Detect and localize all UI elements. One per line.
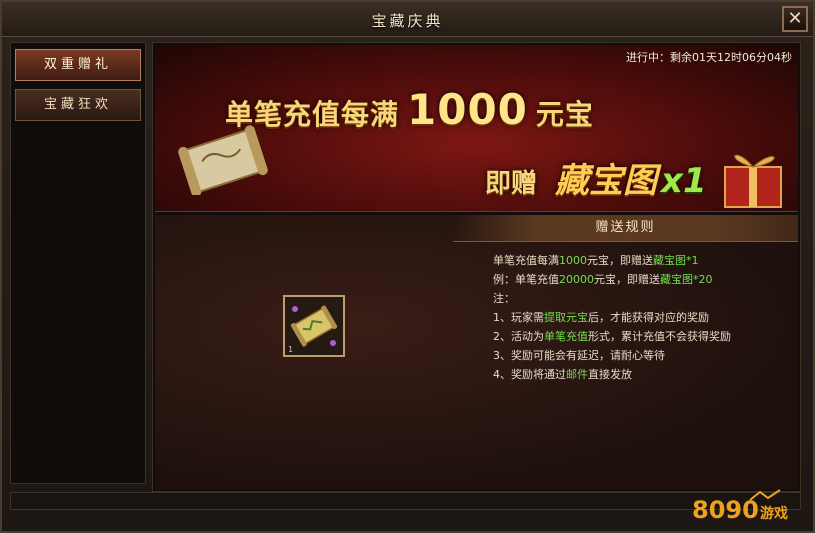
site-watermark: 8090 游戏 bbox=[692, 489, 788, 524]
scroll-icon bbox=[178, 125, 268, 195]
countdown-status: 进行中：剩余01天12时06分04秒 bbox=[626, 51, 792, 64]
rules-text: 单笔充值每满1000元宝，即赠送藏宝图*1 例：单笔充值20000元宝，即赠送藏宝… bbox=[493, 251, 793, 384]
headline-prefix: 单笔充值每满 bbox=[225, 98, 400, 131]
close-button[interactable]: ✕ bbox=[782, 6, 808, 32]
event-window: 宝藏庆典 ✕ 双重赠礼 宝藏狂欢 进行中：剩余01天12时06分04秒 单笔充值… bbox=[0, 0, 815, 533]
rule-text: 1、玩家需 bbox=[493, 311, 544, 324]
rule-line: 单笔充值每满1000元宝，即赠送藏宝图*1 bbox=[493, 251, 793, 270]
tab-label: 双重赠礼 bbox=[43, 57, 112, 72]
close-icon: ✕ bbox=[787, 8, 803, 29]
rule-text: 4、奖励将通过 bbox=[493, 368, 566, 381]
rule-text: 单笔充值每满 bbox=[493, 254, 559, 267]
watermark-suffix: 游戏 bbox=[760, 505, 788, 522]
subline-prize: 藏宝图 bbox=[555, 161, 658, 201]
subline-prefix: 即赠 bbox=[485, 169, 538, 199]
rule-line: 例：单笔充值20000元宝，即赠送藏宝图*20 bbox=[493, 270, 793, 289]
rule-highlight: 藏宝图*20 bbox=[660, 273, 713, 286]
rule-highlight: 20000 bbox=[559, 273, 594, 286]
watermark-brand: 8090 bbox=[692, 496, 759, 524]
rule-text: 例：单笔充值 bbox=[493, 273, 559, 286]
rule-text: 注： bbox=[493, 292, 515, 305]
rule-highlight: 藏宝图*1 bbox=[653, 254, 699, 267]
rule-line: 2、活动为单笔充值形式，累计充值不会获得奖励 bbox=[493, 327, 793, 346]
rule-line: 3、奖励可能会有延迟，请耐心等待 bbox=[493, 346, 793, 365]
tab-double-gift[interactable]: 双重赠礼 bbox=[15, 49, 141, 81]
banner-subline: 即赠 藏宝图 x1 bbox=[485, 153, 707, 202]
rules-header: 赠送规则 bbox=[453, 215, 798, 242]
tab-treasure-carnival[interactable]: 宝藏狂欢 bbox=[15, 89, 141, 121]
rule-text: 3、奖励可能会有延迟，请耐心等待 bbox=[493, 349, 665, 362]
tab-label: 宝藏狂欢 bbox=[43, 97, 112, 112]
gift-icon bbox=[724, 154, 782, 208]
rule-highlight: 提取元宝 bbox=[544, 311, 588, 324]
title-bar: 宝藏庆典 ✕ bbox=[2, 2, 813, 37]
footer-bar bbox=[10, 492, 801, 510]
subline-multiplier: x1 bbox=[661, 161, 707, 201]
rules-area: 1 单笔充值每满1000元宝，即赠送藏宝图*1 例：单笔充值20000元宝，即赠送… bbox=[155, 215, 798, 489]
rule-text: 直接发放 bbox=[588, 368, 632, 381]
rule-highlight: 1000 bbox=[559, 254, 587, 267]
headline-suffix: 元宝 bbox=[535, 98, 594, 131]
rule-text: 形式，累计充值不会获得奖励 bbox=[588, 330, 731, 343]
item-count: 1 bbox=[288, 345, 293, 354]
rule-text: 元宝，即赠送 bbox=[587, 254, 653, 267]
rule-highlight: 单笔充值 bbox=[544, 330, 588, 343]
rule-line: 1、玩家需提取元宝后，才能获得对应的奖励 bbox=[493, 308, 793, 327]
window-title: 宝藏庆典 bbox=[371, 12, 444, 30]
rule-line: 注： bbox=[493, 289, 793, 308]
promo-banner: 进行中：剩余01天12时06分04秒 单笔充值每满 1000 元宝 即赠 藏宝图 x1 bbox=[155, 45, 798, 212]
rule-highlight: 邮件 bbox=[566, 368, 588, 381]
rule-text: 后，才能获得对应的奖励 bbox=[588, 311, 709, 324]
treasure-map-icon: 1 bbox=[285, 297, 343, 355]
headline-amount: 1000 bbox=[407, 85, 528, 134]
rule-line: 4、奖励将通过邮件直接发放 bbox=[493, 365, 793, 384]
rule-text: 2、活动为 bbox=[493, 330, 544, 343]
banner-headline: 单笔充值每满 1000 元宝 bbox=[225, 85, 594, 134]
sidebar: 双重赠礼 宝藏狂欢 bbox=[10, 42, 146, 484]
reward-item-slot[interactable]: 1 bbox=[283, 295, 345, 357]
rule-text: 元宝，即赠送 bbox=[594, 273, 660, 286]
main-panel: 进行中：剩余01天12时06分04秒 单笔充值每满 1000 元宝 即赠 藏宝图 x1 bbox=[152, 42, 801, 492]
